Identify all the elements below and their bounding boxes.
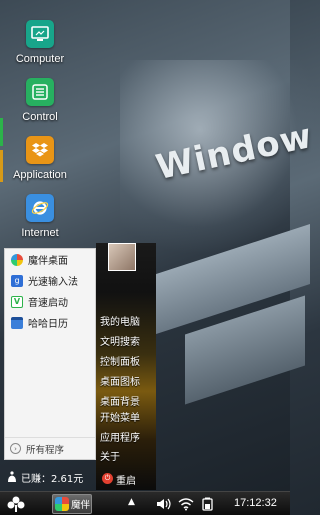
power-icon[interactable]: ⏻	[102, 473, 113, 484]
start-button[interactable]	[6, 495, 26, 513]
shortcut-control-panel[interactable]: 控制面板	[100, 353, 140, 368]
taskbar-app-label: 魔伴	[71, 500, 91, 511]
desktop-icon-label: Internet	[21, 227, 59, 239]
menu-item-label: 光速输入法	[28, 277, 78, 288]
desktop-icon-application[interactable]: Application	[8, 136, 72, 181]
shortcut-about[interactable]: 关于	[100, 448, 120, 463]
menu-item-label: 魔伴桌面	[28, 256, 68, 267]
clover-start-icon	[7, 496, 25, 512]
pinwheel-icon	[11, 253, 23, 266]
money-bag-icon	[8, 471, 16, 482]
start-menu: 魔伴桌面 g 光速输入法 V 音速启动 哈哈日历 › 所有程序 已赚：2.61元…	[2, 243, 156, 490]
shortcut-desktop-icons[interactable]: 桌面图标	[100, 373, 140, 388]
menu-item-calendar[interactable]: 哈哈日历	[5, 312, 95, 333]
shortcut-applications[interactable]: 应用程序	[100, 429, 140, 444]
desktop-icon-internet[interactable]: Internet	[8, 194, 72, 239]
earnings-indicator[interactable]: 已赚：2.61元	[4, 465, 96, 489]
desktop-icon-label: Control	[22, 111, 58, 123]
desktop-icon-label: Computer	[15, 53, 65, 65]
clock[interactable]: 17:12:32	[234, 497, 277, 509]
ie-icon	[26, 194, 54, 222]
calendar-icon	[11, 316, 23, 329]
all-programs-label: 所有程序	[26, 444, 65, 456]
earnings-text: 已赚：2.61元	[21, 473, 84, 485]
restart-button[interactable]: 重启	[116, 472, 136, 487]
desktop-icon-label: Application	[13, 169, 67, 181]
menu-item-mobanzhuomian[interactable]: 魔伴桌面	[5, 249, 95, 270]
taskbar-app-moban[interactable]: 魔伴	[52, 494, 92, 514]
shortcut-desktop-background[interactable]: 桌面背景	[100, 393, 140, 408]
control-panel-icon	[26, 78, 54, 106]
launcher-icon: V	[11, 295, 23, 308]
battery-icon[interactable]	[200, 497, 216, 511]
dropbox-icon	[26, 136, 54, 164]
taskbar: 魔伴 ▲ 17:12:32	[0, 491, 290, 515]
all-programs-button[interactable]: › 所有程序	[5, 437, 95, 459]
wifi-icon[interactable]	[178, 497, 194, 511]
menu-item-label: 音速启动	[28, 298, 68, 309]
menu-item-launcher[interactable]: V 音速启动	[5, 291, 95, 312]
desktop-icon-control[interactable]: Control	[8, 78, 72, 123]
monitor-icon	[26, 20, 54, 48]
shortcut-my-computer[interactable]: 我的电脑	[100, 313, 140, 328]
volume-icon[interactable]	[156, 497, 172, 511]
avatar[interactable]	[108, 243, 136, 271]
edge-strip	[0, 118, 3, 146]
desktop-icon-computer[interactable]: Computer	[8, 20, 72, 65]
shortcut-start-menu[interactable]: 开始菜单	[100, 409, 140, 424]
menu-item-input-method[interactable]: g 光速输入法	[5, 270, 95, 291]
start-menu-shortcuts: 我的电脑 文明搜索 控制面板 桌面图标 桌面背景 开始菜单 应用程序 关于 ⏻ …	[96, 243, 156, 490]
keyboard-icon: g	[11, 274, 23, 287]
menu-item-label: 哈哈日历	[28, 319, 68, 330]
chevron-right-icon: ›	[10, 443, 21, 454]
edge-strip	[0, 150, 3, 182]
start-menu-program-list: 魔伴桌面 g 光速输入法 V 音速启动 哈哈日历 › 所有程序	[4, 248, 96, 460]
pinwheel-icon	[55, 497, 69, 511]
shortcut-search[interactable]: 文明搜索	[100, 333, 140, 348]
tray-expand-icon[interactable]: ▲	[128, 497, 135, 507]
